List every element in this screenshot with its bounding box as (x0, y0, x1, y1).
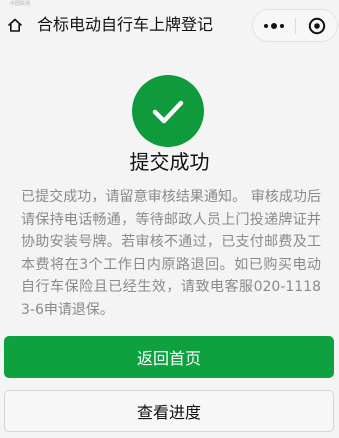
check-mark-icon (152, 100, 184, 124)
check-circle-icon (132, 75, 204, 147)
page-title: 合标电动自行车上牌登记 (37, 15, 214, 34)
result-message: 已提交成功，请留意审核结果通知。 审核成功后请保持电话畅通，等待邮政人员上门投递… (21, 189, 321, 318)
view-progress-button[interactable]: 查看进度 (4, 390, 334, 432)
navigation-bar: 合标电动自行车上牌登记 (0, 0, 339, 54)
result-title: 提交成功 (129, 150, 210, 174)
more-button[interactable] (255, 10, 293, 41)
home-icon (8, 18, 22, 32)
more-dot-right (280, 23, 284, 28)
more-dot-center (271, 22, 277, 29)
close-button[interactable] (298, 10, 336, 41)
mini-program-close-icon (308, 17, 326, 34)
more-dots-icon (264, 23, 268, 28)
capsule-menu (252, 9, 338, 42)
back-home-button[interactable]: 返回首页 (4, 336, 334, 378)
home-button[interactable] (4, 14, 26, 36)
capsule-divider (295, 18, 296, 34)
